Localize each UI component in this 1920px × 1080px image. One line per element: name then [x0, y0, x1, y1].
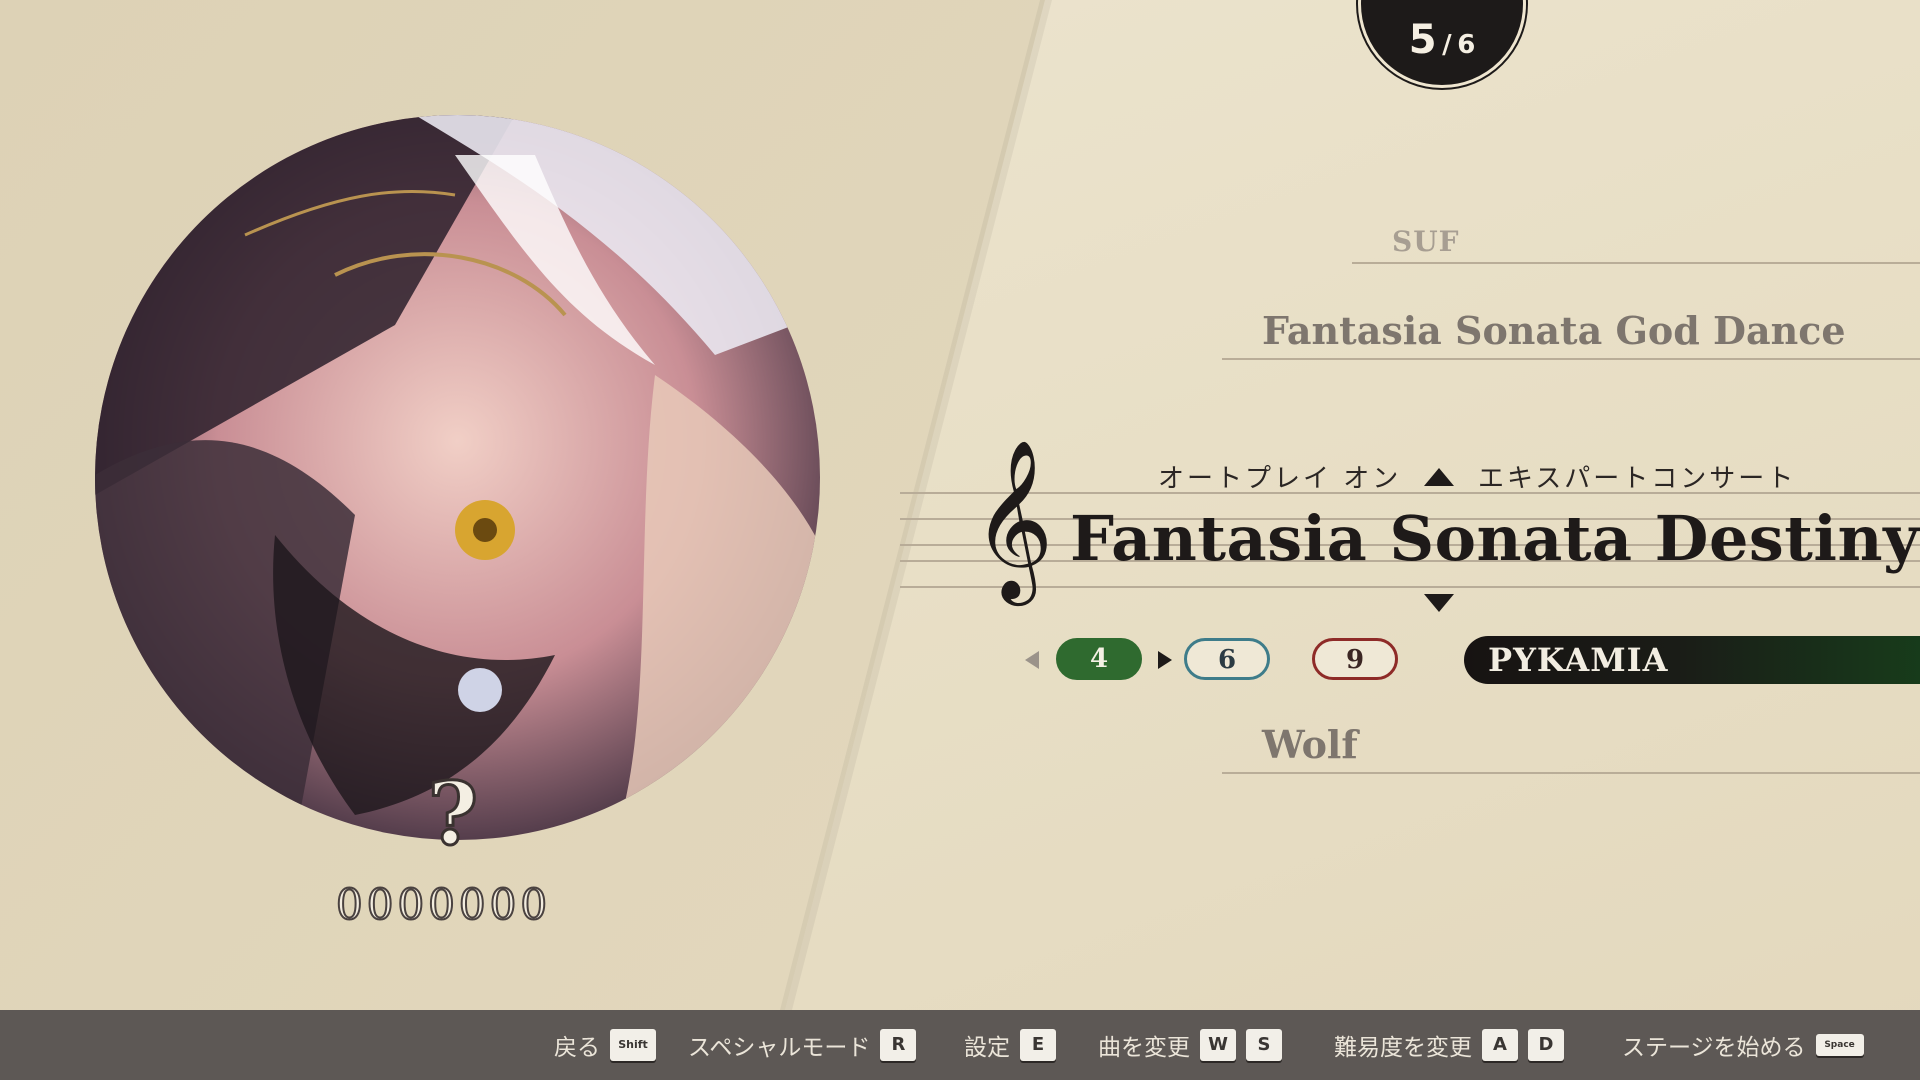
- hint-change-difficulty[interactable]: 難易度を変更 A D: [1334, 1010, 1564, 1080]
- page-current: 5: [1408, 17, 1437, 63]
- difficulty-prev-icon[interactable]: [1025, 651, 1039, 669]
- difficulty-selected-indicator-icon: [1158, 651, 1172, 669]
- mystery-mark: ?: [426, 764, 479, 865]
- difficulty-easy[interactable]: 4: [1056, 638, 1142, 680]
- w-key-icon: W: [1200, 1029, 1236, 1061]
- mode-label: エキスパートコンサート: [1478, 464, 1797, 494]
- song-list-item[interactable]: Fantasia Sonata God Dance: [1262, 308, 1846, 353]
- hint-back-label: 戻る: [554, 1035, 600, 1061]
- difficulty-normal[interactable]: 6: [1184, 638, 1270, 680]
- hint-special-label: スペシャルモード: [688, 1035, 871, 1061]
- artist-name: PYKAMIA: [1488, 641, 1669, 679]
- space-key-icon: Space: [1815, 1034, 1864, 1056]
- page-separator: /: [1442, 30, 1452, 60]
- treble-clef-icon: 𝄞: [972, 438, 1054, 599]
- song-list-item[interactable]: SUF: [1392, 225, 1460, 258]
- page-total: 6: [1457, 30, 1476, 60]
- difficulty-hard[interactable]: 9: [1312, 638, 1398, 680]
- hint-change-song-label: 曲を変更: [1098, 1035, 1190, 1061]
- hint-settings[interactable]: 設定 E: [964, 1010, 1056, 1080]
- high-score: 0000000: [335, 879, 552, 930]
- autoplay-status: オートプレイ オン: [1158, 464, 1402, 494]
- hint-change-song[interactable]: 曲を変更 W S: [1098, 1010, 1282, 1080]
- hint-back[interactable]: 戻る Shift: [554, 1010, 656, 1080]
- hint-start-label: ステージを始める: [1622, 1035, 1806, 1061]
- scroll-up-icon[interactable]: [1424, 468, 1454, 486]
- a-key-icon: A: [1482, 1029, 1518, 1061]
- hint-special-mode[interactable]: スペシャルモード R: [688, 1010, 917, 1080]
- shift-key-icon: Shift: [610, 1029, 656, 1061]
- artist-banner: PYKAMIA: [1464, 636, 1920, 684]
- row-divider: [1352, 262, 1920, 264]
- selected-song-title[interactable]: Fantasia Sonata Destiny: [1070, 502, 1920, 575]
- page-counter-text: 5 / 6: [1361, 17, 1523, 63]
- hint-change-diff-label: 難易度を変更: [1334, 1035, 1472, 1061]
- song-jacket-art: [95, 115, 820, 840]
- r-key-icon: R: [880, 1029, 917, 1061]
- e-key-icon: E: [1020, 1029, 1056, 1061]
- hint-settings-label: 設定: [964, 1035, 1010, 1061]
- row-divider: [1222, 772, 1920, 774]
- row-divider: [1222, 358, 1920, 360]
- hint-start-stage[interactable]: ステージを始める Space: [1622, 1010, 1864, 1080]
- song-list-item[interactable]: Wolf: [1262, 722, 1358, 767]
- s-key-icon: S: [1246, 1029, 1282, 1061]
- scroll-down-icon[interactable]: [1424, 594, 1454, 612]
- key-hint-bar: 戻る Shift スペシャルモード R 設定 E 曲を変更 W S 難易度を変更…: [0, 1010, 1920, 1080]
- d-key-icon: D: [1528, 1029, 1564, 1061]
